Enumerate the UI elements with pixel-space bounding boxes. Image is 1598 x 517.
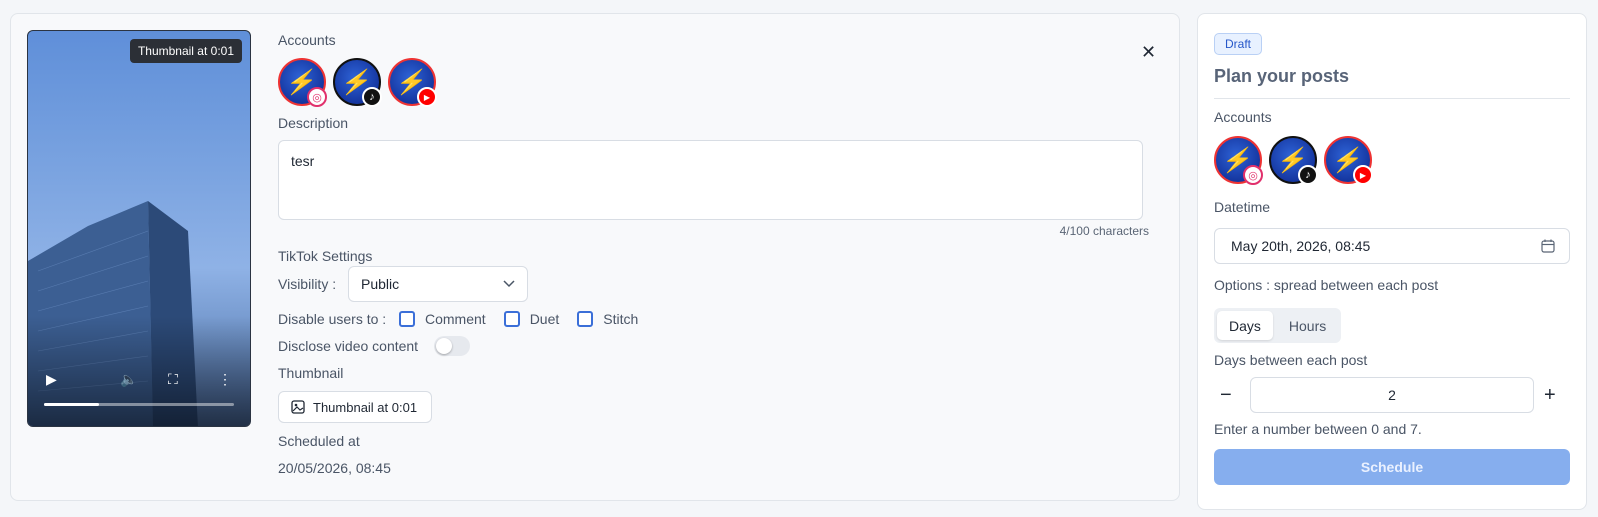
account-avatar-youtube[interactable]: ⚡ ▶ — [388, 58, 437, 107]
panel-title: Plan your posts — [1214, 66, 1350, 86]
checkbox-box[interactable] — [399, 311, 415, 327]
schedule-button[interactable]: Schedule — [1214, 449, 1570, 485]
instagram-icon: ◎ — [307, 87, 327, 107]
account-avatar-youtube[interactable]: ⚡ ▶ — [1324, 136, 1373, 185]
account-avatar-tiktok[interactable]: ⚡ ♪ — [1269, 136, 1318, 185]
divider — [1214, 98, 1570, 99]
scheduled-at-label: Scheduled at — [278, 433, 360, 449]
more-options-icon[interactable]: ⋮ — [218, 371, 232, 388]
calendar-icon[interactable] — [1541, 239, 1555, 253]
thumbnail-label: Thumbnail — [278, 365, 344, 381]
account-avatar-instagram[interactable]: ⚡ ◎ — [278, 58, 327, 107]
decrement-button[interactable]: − — [1220, 384, 1232, 407]
chevron-down-icon — [503, 280, 515, 288]
segment-hours[interactable]: Hours — [1277, 311, 1338, 340]
video-controls-shade — [28, 316, 250, 426]
checkbox-stitch[interactable]: Stitch — [577, 311, 638, 327]
checkbox-duet[interactable]: Duet — [503, 311, 560, 327]
character-count: 4/100 characters — [1059, 224, 1149, 238]
account-avatars: ⚡ ◎ ⚡ ♪ ⚡ ▶ — [278, 58, 437, 107]
play-icon[interactable]: ▶ — [46, 371, 57, 388]
volume-icon[interactable]: 🔈 — [120, 371, 137, 388]
image-icon — [291, 400, 305, 414]
post-editor-card: Thumbnail at 0:01 ▶ 🔈 ⛶ ⋮ Accounts ✕ ⚡ ◎… — [10, 13, 1180, 501]
increment-button[interactable]: + — [1544, 384, 1556, 407]
toggle-knob — [436, 338, 452, 354]
disclose-video-label: Disclose video content — [278, 338, 419, 354]
account-avatar-tiktok[interactable]: ⚡ ♪ — [333, 58, 382, 107]
thumbnail-button-label: Thumbnail at 0:01 — [313, 399, 418, 415]
accounts-label: Accounts — [1214, 109, 1272, 125]
tiktok-icon: ♪ — [1298, 165, 1318, 185]
spread-unit-toggle: Days Hours — [1214, 308, 1342, 343]
options-label: Options : spread between each post — [1214, 277, 1439, 293]
video-progress-fill — [44, 403, 100, 406]
datetime-value: May 20th, 2026, 08:45 — [1231, 238, 1371, 254]
description-textarea[interactable]: tesr — [278, 140, 1143, 220]
datetime-picker[interactable]: May 20th, 2026, 08:45 — [1214, 228, 1570, 264]
description-label: Description — [278, 115, 349, 131]
schedule-panel: Draft Plan your posts Accounts ⚡ ◎ ⚡ ♪ ⚡… — [1197, 13, 1587, 510]
account-avatar-instagram[interactable]: ⚡ ◎ — [1214, 136, 1263, 185]
fullscreen-icon[interactable]: ⛶ — [168, 371, 178, 388]
youtube-icon: ▶ — [1353, 165, 1373, 185]
instagram-icon: ◎ — [1243, 165, 1263, 185]
thumbnail-tooltip: Thumbnail at 0:01 — [129, 39, 242, 63]
tiktok-settings-label: TikTok Settings — [278, 248, 373, 264]
status-badge: Draft — [1214, 33, 1263, 55]
checkbox-box[interactable] — [577, 311, 594, 327]
scheduled-at-value: 20/05/2026, 08:45 — [278, 460, 391, 476]
checkbox-comment[interactable]: Comment — [399, 311, 486, 327]
disable-options: Comment Duet Stitch — [399, 311, 638, 327]
checkbox-label: Comment — [425, 311, 486, 327]
thumbnail-button[interactable]: Thumbnail at 0:01 — [278, 391, 432, 423]
checkbox-label: Stitch — [603, 311, 639, 327]
youtube-icon: ▶ — [417, 87, 437, 107]
visibility-select[interactable]: Public — [348, 266, 528, 302]
segment-days[interactable]: Days — [1217, 311, 1273, 340]
days-between-hint: Enter a number between 0 and 7. — [1214, 421, 1422, 437]
accounts-label: Accounts — [278, 32, 336, 48]
tiktok-icon: ♪ — [362, 87, 382, 107]
checkbox-label: Duet — [529, 311, 560, 327]
days-between-input[interactable]: 2 — [1250, 377, 1534, 413]
close-icon[interactable]: ✕ — [1141, 42, 1156, 63]
video-player[interactable]: Thumbnail at 0:01 ▶ 🔈 ⛶ ⋮ — [27, 30, 251, 427]
datetime-label: Datetime — [1214, 199, 1271, 215]
visibility-selected-value: Public — [361, 276, 400, 292]
days-between-label: Days between each post — [1214, 352, 1368, 368]
account-avatars: ⚡ ◎ ⚡ ♪ ⚡ ▶ — [1214, 136, 1373, 185]
checkbox-box[interactable] — [503, 311, 520, 327]
disable-users-label: Disable users to : — [278, 311, 387, 327]
video-progress-bar[interactable] — [44, 403, 234, 406]
visibility-label: Visibility : — [278, 276, 337, 292]
disclose-video-toggle[interactable] — [434, 336, 470, 356]
